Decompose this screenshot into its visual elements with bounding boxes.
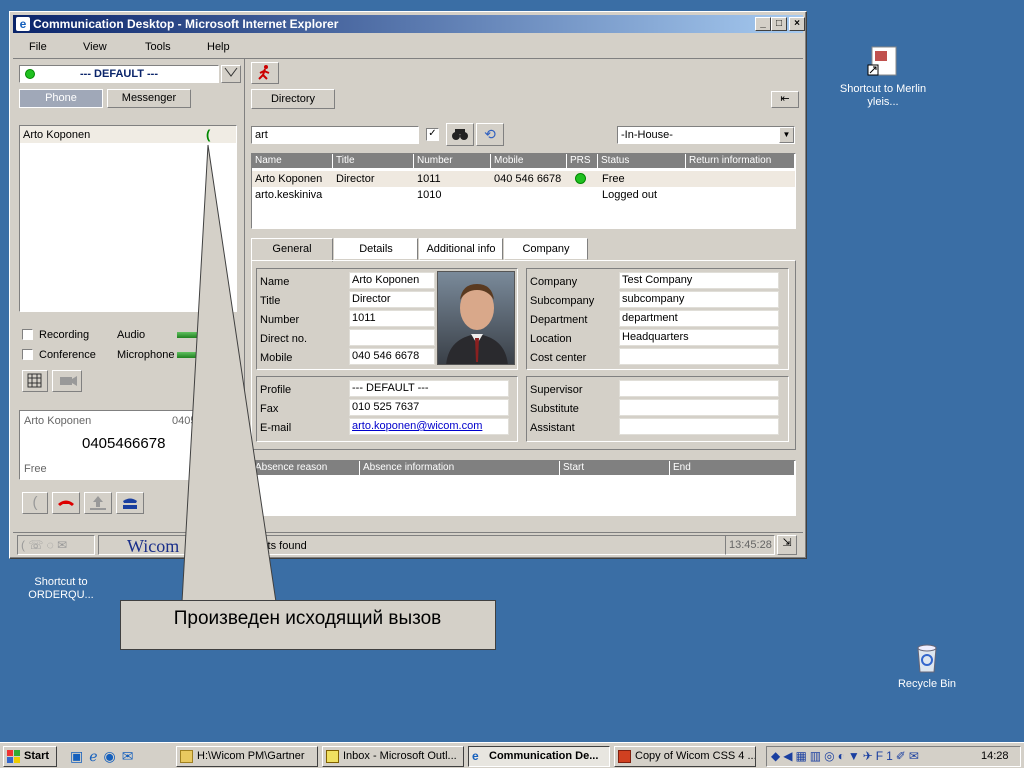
folder-icon	[180, 750, 193, 763]
callout-pointer	[181, 144, 277, 603]
quick-launch-icons[interactable]: ▣ℯ◉✉	[70, 748, 139, 765]
task-label: Communication De...	[489, 750, 599, 762]
task-outlook-inbox[interactable]: Inbox - Microsoft Outl...	[322, 746, 464, 767]
callout-box: Произведен исходящий вызов	[120, 600, 496, 650]
tray-icons[interactable]: ◆◀▦▥◎◐▼✈F1✐✉	[771, 749, 922, 763]
start-button[interactable]: Start	[3, 746, 57, 767]
clock[interactable]: 14:28	[981, 750, 1009, 762]
task-communication-desktop[interactable]: e Communication De...	[468, 746, 610, 767]
task-wicom-css[interactable]: Copy of Wicom CSS 4 ...	[614, 746, 756, 767]
taskbar: Start ▣ℯ◉✉ H:\Wicom PM\Gartner Inbox - M…	[0, 742, 1024, 768]
system-tray: ◆◀▦▥◎◐▼✈F1✐✉ 14:28	[766, 746, 1021, 767]
callout-text: Произведен исходящий вызов	[173, 608, 442, 629]
task-label: Inbox - Microsoft Outl...	[343, 750, 457, 762]
start-label: Start	[24, 750, 50, 762]
windows-logo-icon	[7, 750, 20, 763]
outlook-icon	[326, 750, 339, 763]
ie-icon: e	[472, 749, 479, 763]
task-label: Copy of Wicom CSS 4 ...	[635, 750, 756, 762]
task-gartner-folder[interactable]: H:\Wicom PM\Gartner	[176, 746, 318, 767]
task-label: H:\Wicom PM\Gartner	[197, 750, 305, 762]
powerpoint-icon	[618, 750, 631, 763]
